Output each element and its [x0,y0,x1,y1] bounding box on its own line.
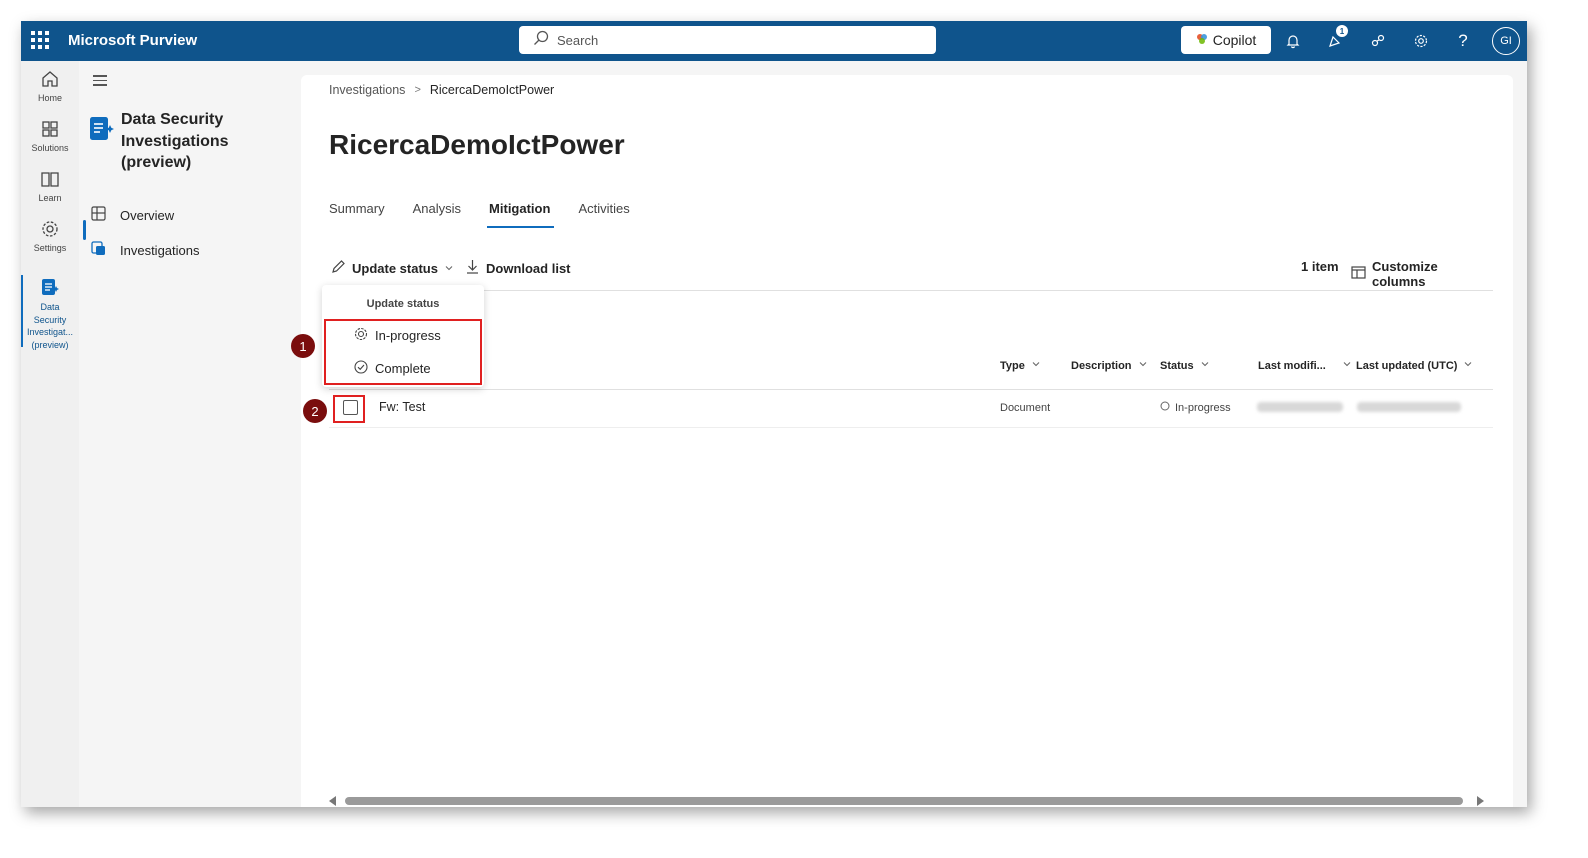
rail-active-label: Data Security Investigat... (preview) [26,302,74,350]
tab-analysis[interactable]: Analysis [413,201,461,231]
column-header-last-modified[interactable]: Last modifi... [1258,359,1352,372]
chevron-down-icon [1200,359,1210,372]
highlight-box-checkbox [333,395,365,423]
rail-item-home[interactable]: Home [21,69,79,113]
download-list-button[interactable]: Download list [465,259,571,277]
scroll-left-arrow-icon[interactable] [329,796,336,806]
command-bar: Update status Download list 1 item Custo… [329,259,1493,291]
chevron-down-icon [1463,359,1473,372]
book-icon [40,169,60,191]
hamburger-icon[interactable] [93,75,107,89]
columns-icon [1351,265,1366,283]
redacted-last-updated [1357,402,1461,412]
investigation-app-icon [40,277,60,302]
customize-columns-button[interactable]: Customize columns [1351,259,1493,289]
rail-item-label: Home [37,93,62,103]
search-input[interactable] [557,32,917,48]
row-name[interactable]: Fw: Test [379,400,425,414]
chevron-down-icon [1031,359,1041,372]
status-text: In-progress [1175,401,1231,414]
app-launcher-icon[interactable] [31,31,49,49]
row-status: In-progress [1160,401,1231,414]
breadcrumb-parent[interactable]: Investigations [329,83,405,97]
top-bar: Microsoft Purview Copilot 1 ? GI [21,21,1527,61]
update-status-button[interactable]: Update status [331,259,454,277]
page-title: RicercaDemoIctPower [329,129,625,160]
copilot-label: Copilot [1212,32,1257,48]
nav-item-label: Overview [120,207,175,223]
investigation-app-icon [89,115,115,148]
home-icon [40,69,60,91]
nav-selection-indicator [83,220,86,240]
column-header-type[interactable]: Type [1000,359,1041,372]
nav-title: Data Security Investigations (preview) [121,111,229,171]
notifications-icon[interactable] [1281,29,1305,53]
redacted-last-modified [1257,402,1343,412]
rail-item-solutions[interactable]: Solutions [21,119,79,163]
app-name[interactable]: Microsoft Purview [68,32,197,49]
tab-list: Summary Analysis Mitigation Activities [329,201,658,231]
community-icon[interactable] [1366,29,1390,53]
tab-summary[interactable]: Summary [329,201,385,231]
nav-item-overview[interactable]: Overview [91,206,174,224]
rail-item-label: Solutions [31,143,69,153]
chevron-down-icon [1342,359,1352,372]
search-icon [533,30,549,51]
copilot-button[interactable]: Copilot [1181,26,1271,54]
table-header: Type Description Status Last modifi... L… [329,359,1493,390]
app-window: Microsoft Purview Copilot 1 ? GI [21,21,1527,807]
horizontal-scrollbar[interactable] [329,795,1489,807]
breadcrumb-separator: > [414,84,421,96]
pencil-icon [331,259,346,277]
investigations-icon [91,241,106,259]
menu-heading: Update status [366,298,440,310]
row-type: Document [1000,402,1051,414]
scrollbar-thumb[interactable] [345,797,1463,805]
copilot-icon [1196,32,1208,48]
breadcrumb: Investigations > RicercaDemoIctPower [329,83,554,97]
rail-item-settings[interactable]: Settings [21,219,79,263]
download-icon [465,259,480,277]
callout-badge-1: 1 [291,334,315,358]
highlight-box-menu-options [324,319,482,385]
notification-badge: 1 [1336,25,1348,37]
customize-columns-label: Customize columns [1372,259,1438,289]
rail-item-data-security-investigations[interactable]: Data Security Investigat... (preview) [21,275,79,350]
download-list-label: Download list [486,260,571,276]
item-count: 1 item [1301,259,1339,274]
column-header-last-updated[interactable]: Last updated (UTC) [1356,359,1473,372]
breadcrumb-current: RicercaDemoIctPower [429,83,555,97]
app-rail: Home Solutions Learn Settings Data Secur… [21,61,79,807]
nav-item-investigations[interactable]: Investigations [91,241,200,259]
settings-gear-icon[interactable] [1409,29,1433,53]
search-box[interactable] [519,26,936,54]
gear-icon [40,219,60,241]
tab-mitigation[interactable]: Mitigation [487,201,555,231]
rail-item-label: Learn [38,193,62,203]
main-content: Investigations > RicercaDemoIctPower Ric… [291,75,1513,807]
avatar[interactable]: GI [1492,27,1520,55]
help-icon[interactable]: ? [1451,29,1475,53]
rail-item-label: Settings [33,243,67,253]
scroll-right-arrow-icon[interactable] [1477,796,1484,806]
tab-activities[interactable]: Activities [578,201,629,231]
column-header-status[interactable]: Status [1160,359,1210,372]
overview-icon [91,206,106,224]
rail-item-learn[interactable]: Learn [21,169,79,213]
solutions-icon [40,119,60,141]
callout-badge-2: 2 [303,399,327,423]
whats-new-icon[interactable]: 1 [1323,25,1348,53]
navigation-pane: Data Security Investigations (preview) O… [79,61,301,807]
update-status-label: Update status [352,260,438,276]
nav-item-label: Investigations [120,242,200,258]
status-circle-icon [1160,401,1170,414]
chevron-down-icon [444,261,454,276]
chevron-down-icon [1138,359,1148,372]
table-row[interactable]: Fw: Test Document In-progress [329,390,1493,428]
column-header-description[interactable]: Description [1071,359,1148,372]
